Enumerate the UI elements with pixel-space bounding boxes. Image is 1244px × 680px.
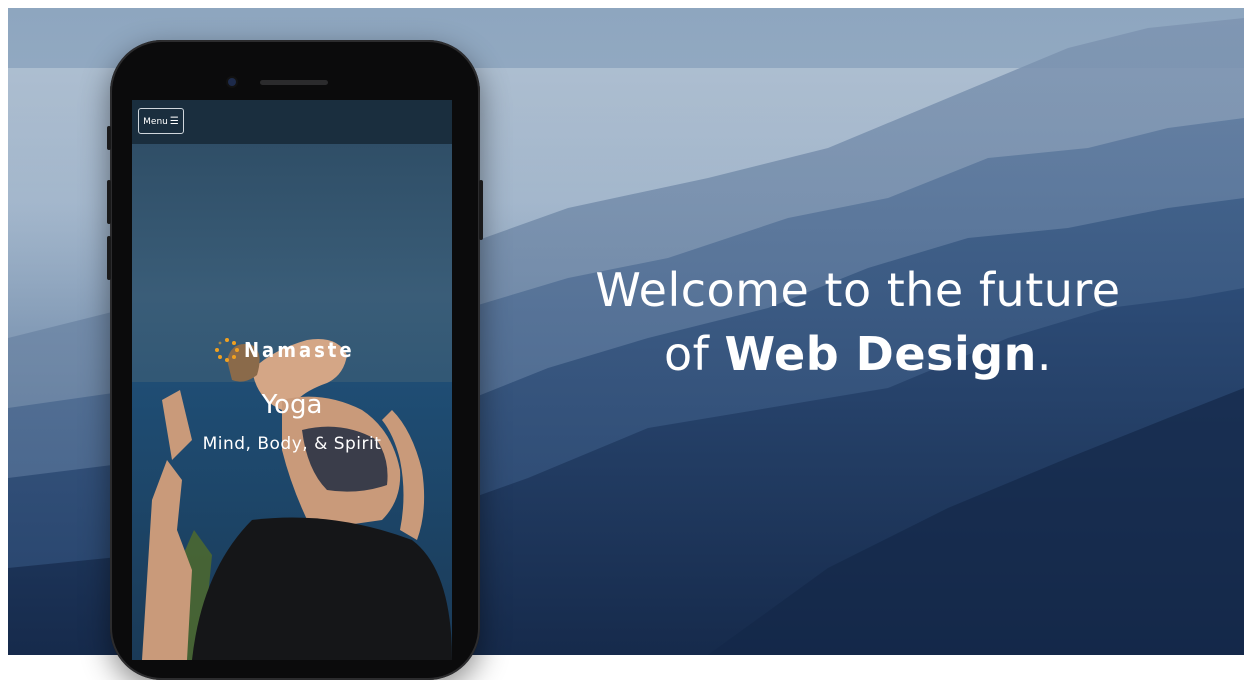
phone-volume-down-button bbox=[107, 236, 111, 280]
phone-screen: Menu ☰ Namaste Yoga Mind, Body, & Spirit bbox=[132, 100, 452, 660]
brand-logo[interactable]: Namaste bbox=[214, 336, 355, 364]
menu-button[interactable]: Menu ☰ bbox=[138, 108, 184, 134]
hamburger-icon: ☰ bbox=[169, 116, 179, 127]
phone-mute-switch bbox=[107, 126, 111, 150]
mobile-navbar: Menu ☰ bbox=[132, 100, 452, 144]
sun-dots-icon bbox=[215, 338, 239, 362]
phone-mockup: Menu ☰ Namaste Yoga Mind, Body, & Spirit bbox=[107, 40, 483, 680]
headline-prefix: of bbox=[663, 327, 725, 381]
yoga-woman-photo bbox=[142, 339, 452, 660]
screen-subtitle: Mind, Body, & Spirit bbox=[202, 434, 382, 454]
phone-volume-up-button bbox=[107, 180, 111, 224]
phone-speaker bbox=[260, 80, 328, 85]
screen-title: Yoga bbox=[261, 390, 323, 420]
headline-emphasis: Web Design bbox=[724, 327, 1037, 381]
headline-line-1: Welcome to the future bbox=[595, 263, 1121, 317]
phone-power-button bbox=[479, 180, 483, 240]
headline-line-2: of Web Design. bbox=[528, 322, 1188, 386]
headline-suffix: . bbox=[1036, 327, 1053, 381]
hero-headline: Welcome to the future of Web Design. bbox=[528, 258, 1188, 386]
phone-camera bbox=[228, 78, 236, 86]
brand-name: Namaste bbox=[244, 338, 355, 362]
menu-label: Menu bbox=[143, 117, 168, 127]
